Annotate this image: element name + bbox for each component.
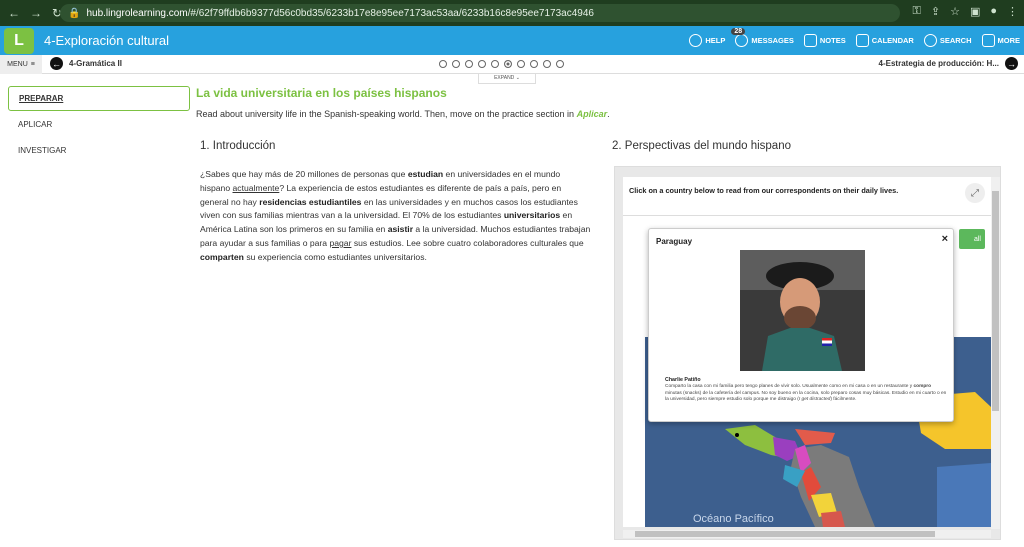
sidebar-item-aplicar[interactable]: APLICAR <box>8 112 190 137</box>
url-host: hub.lingrolearning.com <box>86 7 188 19</box>
top-nav: HELP 28 MESSAGES NOTES CALENDAR SEARCH M… <box>689 26 1020 55</box>
page-dot[interactable] <box>556 60 564 68</box>
vocab-residencias: residencias estudiantiles <box>259 196 362 207</box>
section-heading-introduccion: 1. Introducción <box>200 140 276 152</box>
hamburger-icon: ≡ <box>30 61 35 68</box>
widget-prompt: Click on a country below to read from ou… <box>629 186 899 195</box>
notes-icon <box>803 34 817 47</box>
page-dot[interactable] <box>491 60 499 68</box>
forward-icon[interactable]: → <box>30 6 42 20</box>
star-icon[interactable]: ☆ <box>950 5 960 18</box>
profile-avatar[interactable]: ● <box>990 5 997 18</box>
app-logo[interactable]: L <box>4 27 34 54</box>
correspondent-bio: Comparto la casa con mi familia pero ten… <box>665 384 947 403</box>
search-icon <box>923 34 937 47</box>
page-dot[interactable] <box>543 60 551 68</box>
fullscreen-icon[interactable]: ⤢ <box>965 183 985 203</box>
widget-hscrollbar[interactable] <box>623 530 991 538</box>
page-dot[interactable] <box>517 60 525 68</box>
more-button[interactable]: MORE <box>981 34 1020 47</box>
next-lesson-link[interactable]: 4-Estrategia de producción: H... → <box>879 57 1018 70</box>
vocab-asistir: asistir <box>387 224 414 235</box>
app-title: 4-Exploración cultural <box>44 33 170 48</box>
sidebar: PREPARAR APLICAR INVESTIGAR <box>8 86 190 164</box>
page-dot[interactable] <box>478 60 486 68</box>
notes-button[interactable]: NOTES <box>803 34 846 47</box>
calendar-button[interactable]: CALENDAR <box>855 34 914 47</box>
share-icon[interactable]: ⇪ <box>931 5 940 18</box>
aplicar-link[interactable]: Aplicar <box>577 109 608 119</box>
ocean-label: Océano Pacífico <box>693 513 774 525</box>
close-icon[interactable]: × <box>942 233 948 245</box>
sidepanel-icon[interactable]: ▣ <box>970 5 980 18</box>
section-heading-perspectivas: 2. Perspectivas del mundo hispano <box>612 140 791 152</box>
page-dot[interactable] <box>465 60 473 68</box>
menu-button[interactable]: MENU ≡ <box>0 55 42 74</box>
sidebar-item-investigar[interactable]: INVESTIGAR <box>8 138 190 163</box>
page-dot[interactable] <box>530 60 538 68</box>
address-bar[interactable]: 🔒 hub.lingrolearning.com/#/62f79ffdb6b93… <box>60 4 900 22</box>
help-icon <box>689 34 703 47</box>
app-header: L 4-Exploración cultural HELP 28 MESSAGE… <box>0 26 1024 55</box>
url-path: /#/62f79ffdb6b9377d56c0bd35/6233b17e8e95… <box>187 7 594 19</box>
browser-toolbar: ← → ↻ 🔒 hub.lingrolearning.com/#/62f79ff… <box>0 0 1024 26</box>
prev-lesson-link[interactable]: ← 4-Gramática II <box>50 57 122 70</box>
kebab-menu-icon[interactable]: ⋮ <box>1007 5 1018 18</box>
widget-divider <box>623 215 991 216</box>
vocab-universitarios: universitarios <box>503 210 561 221</box>
show-all-button[interactable]: all <box>959 229 985 249</box>
calendar-icon <box>855 34 869 47</box>
vocab-estudian: estudian <box>407 169 444 179</box>
correspondent-photo <box>740 250 865 371</box>
page-dots <box>439 60 564 68</box>
lesson-navbar: MENU ≡ ← 4-Gramática II 4-Estrategia de … <box>0 55 1024 74</box>
vocab-pagar[interactable]: pagar <box>329 238 351 248</box>
search-button[interactable]: SEARCH <box>923 34 972 47</box>
key-icon[interactable]: ⚿ <box>912 5 920 18</box>
messages-icon <box>735 34 749 47</box>
page-title: La vida universitaria en los países hisp… <box>196 86 447 100</box>
messages-badge: 28 <box>731 28 746 35</box>
messages-button[interactable]: 28 MESSAGES <box>731 28 794 47</box>
vocab-actualmente[interactable]: actualmente <box>233 183 280 193</box>
intro-paragraph: ¿Sabes que hay más de 20 millones de per… <box>200 169 591 262</box>
intro-text: Read about university life in the Spanis… <box>196 109 610 119</box>
chevron-down-icon: ⌄ <box>515 75 520 81</box>
page-dot[interactable] <box>452 60 460 68</box>
sidebar-item-preparar[interactable]: PREPARAR <box>8 86 190 111</box>
popup-country: Paraguay <box>656 237 693 246</box>
correspondent-popup: Paraguay × Charlie Patiño Comparto la ca… <box>648 228 954 422</box>
vocab-comparten: comparten <box>200 251 244 262</box>
back-icon[interactable]: ← <box>8 6 20 20</box>
arrow-right-icon: → <box>1005 57 1018 70</box>
lock-icon: 🔒 <box>68 7 81 19</box>
page-dot[interactable] <box>504 60 512 68</box>
page-dot[interactable] <box>439 60 447 68</box>
correspondent-name: Charlie Patiño <box>665 377 701 383</box>
widget-scrollbar[interactable] <box>991 177 1000 529</box>
help-button[interactable]: HELP <box>689 34 725 47</box>
arrow-left-icon: ← <box>50 57 63 70</box>
grid-icon <box>981 34 995 47</box>
expand-toggle[interactable]: EXPAND ⌄ <box>478 74 536 84</box>
